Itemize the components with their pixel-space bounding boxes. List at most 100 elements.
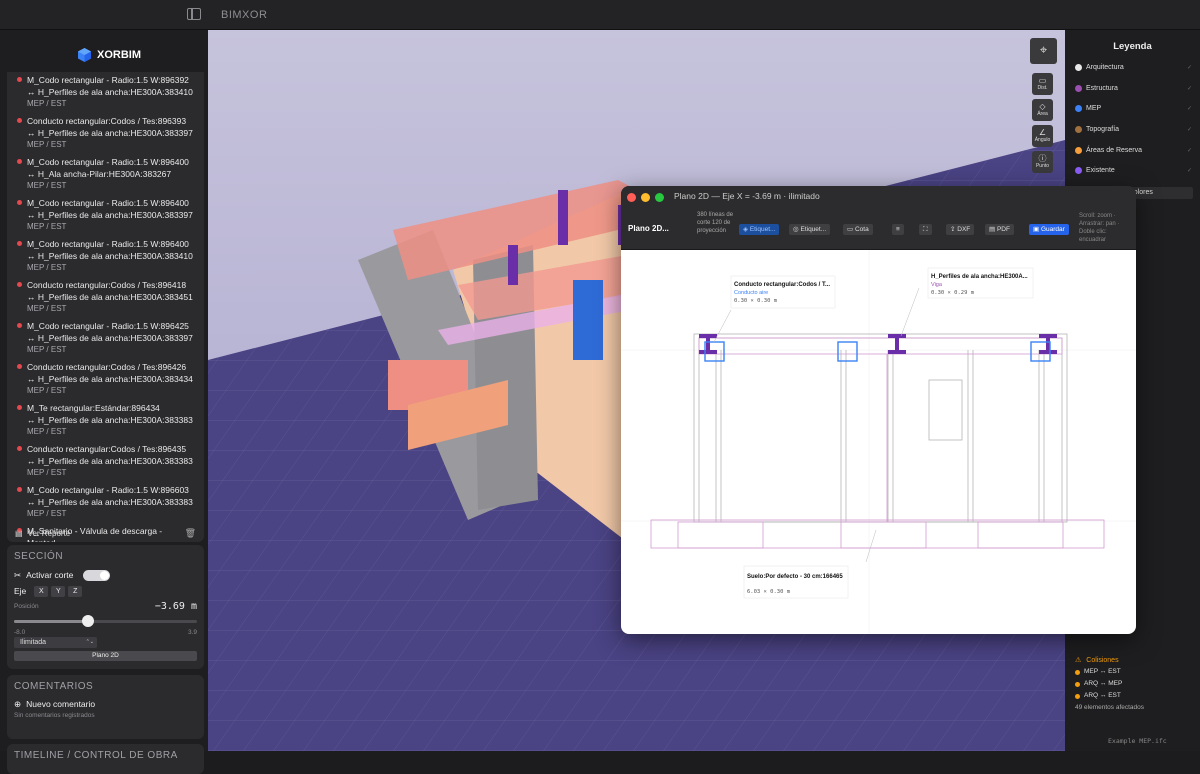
- clash-item[interactable]: M_Codo rectangular - Radio:1.5 W:896603 ↔…: [7, 482, 204, 523]
- legend-label: Estructura: [1086, 84, 1118, 92]
- clash-item[interactable]: Conducto rectangular:Codos / Tes:896393 ↔…: [7, 113, 204, 154]
- cut-toggle[interactable]: [83, 569, 111, 581]
- minimize-icon[interactable]: [641, 193, 650, 202]
- export-pdf-button[interactable]: ▤ PDF: [985, 224, 1014, 235]
- new-comment-button[interactable]: ⊕ Nuevo comentario: [7, 698, 204, 710]
- pair-label: ARQ ↔ MEP: [1084, 680, 1123, 687]
- close-icon[interactable]: [627, 193, 636, 202]
- clash-title: Conducto rectangular:Codos / Tes:896418: [27, 280, 187, 290]
- clash-with: ↔ H_Perfiles de ala ancha:HE300A:383397: [27, 210, 193, 220]
- legend-item[interactable]: Topografía ✓: [1065, 119, 1200, 140]
- layers-button[interactable]: ≡: [892, 224, 904, 235]
- axis-y-button[interactable]: Y: [51, 585, 66, 597]
- axis-x-button[interactable]: X: [34, 585, 49, 597]
- tool-area[interactable]: ◇ Área: [1032, 99, 1053, 121]
- legend-item[interactable]: Arquitectura ✓: [1065, 57, 1200, 78]
- legend-item[interactable]: Existente ✓: [1065, 160, 1200, 181]
- slider-knob[interactable]: [82, 615, 94, 627]
- clash-with: ↔ H_Perfiles de ala ancha:HE300A:383451: [27, 292, 193, 302]
- comments-panel: COMENTARIOS ⊕ Nuevo comentario Sin comen…: [7, 675, 204, 739]
- plano-canvas[interactable]: Conducto rectangular:Codos / T... Conduc…: [621, 250, 1136, 634]
- clash-item[interactable]: Conducto rectangular:Codos / Tes:896418 ↔…: [7, 277, 204, 318]
- clash-item[interactable]: Conducto rectangular:Codos / Tes:896426 ↔…: [7, 359, 204, 400]
- ann-floor-dim: 6.03 × 0.30 m: [747, 589, 791, 595]
- maximize-icon[interactable]: [655, 193, 664, 202]
- collision-pair[interactable]: ARQ ↔ EST: [1075, 690, 1144, 702]
- legend-label: Arquitectura: [1086, 63, 1124, 71]
- legend-label: MEP: [1086, 105, 1102, 113]
- plano-2d-window[interactable]: Plano 2D — Eje X = -3.69 m · ilimitado P…: [621, 186, 1136, 634]
- legend-item[interactable]: MEP ✓: [1065, 98, 1200, 119]
- trash-icon[interactable]: 🗑: [185, 528, 196, 539]
- ruler-icon: ▭: [1038, 76, 1047, 85]
- tool-point[interactable]: ⓘ Punto: [1032, 151, 1053, 173]
- clash-item[interactable]: M_Codo rectangular - Radio:1.5 W:896400 ↔…: [7, 195, 204, 236]
- clash-title: Conducto rectangular:Codos / Tes:896393: [27, 116, 187, 126]
- clash-with: ↔ H_Perfiles de ala ancha:HE300A:383383: [27, 415, 193, 425]
- mep-equipment[interactable]: [573, 280, 603, 360]
- area-icon: ◇: [1039, 102, 1046, 111]
- pair-dot: [1075, 669, 1080, 675]
- fit-button[interactable]: ⛶: [919, 224, 932, 235]
- save-button[interactable]: ▣ Guardar: [1029, 224, 1069, 235]
- legend-item[interactable]: Áreas de Reserva ✓: [1065, 140, 1200, 161]
- clash-status-dot: [17, 364, 22, 369]
- clash-discipline: MEP / EST: [27, 140, 67, 149]
- legend-item[interactable]: Estructura ✓: [1065, 78, 1200, 99]
- tool-dist[interactable]: ▭ Dist.: [1032, 73, 1053, 95]
- clash-item[interactable]: Conducto rectangular:Codos / Tes:896435 ↔…: [7, 441, 204, 482]
- clash-with: ↔ H_Perfiles de ala ancha:HE300A:383410: [27, 251, 193, 261]
- sidebar-toggle-icon[interactable]: [187, 8, 201, 20]
- dimension-button[interactable]: ▭ Cota: [843, 224, 873, 235]
- clash-with: ↔ H_Perfiles de ala ancha:HE300A:383397: [27, 128, 193, 138]
- clash-item[interactable]: M_Codo rectangular - Radio:1.5 W:896400 ↔…: [7, 154, 204, 195]
- export-dxf-button[interactable]: ⇪ DXF: [946, 224, 975, 235]
- position-slider[interactable]: [14, 614, 197, 628]
- clash-title: M_Codo rectangular - Radio:1.5 W:896400: [27, 198, 189, 208]
- clash-discipline: MEP / EST: [27, 99, 67, 108]
- legend-swatch: [1075, 146, 1082, 154]
- affected-count: 49 elementos afectados: [1075, 704, 1145, 711]
- timeline-panel[interactable]: TIMELINE / CONTROL DE OBRA: [7, 744, 204, 774]
- label-toggle-1[interactable]: ◈ Etiquet...: [739, 224, 780, 235]
- top-bar: BIMXOR: [0, 0, 1200, 30]
- collision-pair[interactable]: ARQ ↔ MEP: [1075, 678, 1144, 690]
- legend-list: Arquitectura ✓ Estructura ✓ MEP ✓ Topografía ✓ Á…: [1065, 57, 1200, 181]
- legend-label: Existente: [1086, 167, 1115, 175]
- timeline-title: TIMELINE / CONTROL DE OBRA: [14, 750, 178, 761]
- ann-beam-dim: 0.30 × 0.29 m: [931, 290, 975, 296]
- clash-item[interactable]: M_Codo rectangular - Radio:1.5 W:896400 ↔…: [7, 236, 204, 277]
- pair-label: ARQ ↔ EST: [1084, 692, 1121, 699]
- clash-item[interactable]: M_Codo rectangular - Radio:1.5 W:896392 ↔…: [7, 72, 204, 113]
- window-titlebar[interactable]: Plano 2D — Eje X = -3.69 m · ilimitado: [621, 186, 1136, 208]
- section-title: SECCIÓN: [14, 551, 64, 562]
- pair-dot: [1075, 681, 1080, 687]
- clash-item[interactable]: M_Te rectangular:Estándar:896434 ↔ H_Perf…: [7, 400, 204, 441]
- extent-select[interactable]: Ilimitada: [14, 637, 97, 648]
- clash-title: M_Te rectangular:Estándar:896434: [27, 403, 160, 413]
- plano-2d-button[interactable]: Plano 2D: [14, 651, 197, 661]
- clash-with: ↔ H_Perfiles de ala ancha:HE300A:383434: [27, 374, 193, 384]
- ann-duct-title: Conducto rectangular:Codos / T...: [734, 282, 830, 288]
- section-drawing[interactable]: Conducto rectangular:Codos / T... Conduc…: [621, 250, 1136, 634]
- view-report-link[interactable]: Ver Reporte: [28, 529, 71, 538]
- label-toggle-2[interactable]: ◎ Etiquet...: [789, 224, 831, 235]
- collision-pair[interactable]: MEP ↔ EST: [1075, 666, 1144, 678]
- clash-item[interactable]: M_Codo rectangular - Radio:1.5 W:896425 ↔…: [7, 318, 204, 359]
- tool-angle[interactable]: ∠ Ángulo: [1032, 125, 1053, 147]
- axis-z-button[interactable]: Z: [68, 585, 83, 597]
- legend-swatch: [1075, 84, 1082, 92]
- clash-status-dot: [17, 282, 22, 287]
- report-row: ▤ Ver Reporte 🗑: [7, 524, 204, 542]
- brand: XORBIM: [78, 48, 141, 62]
- clash-list[interactable]: M_Codo rectangular - Radio:1.5 W:896392 ↔…: [7, 72, 204, 542]
- cube-logo-icon: [78, 48, 91, 62]
- legend-swatch: [1075, 63, 1082, 71]
- ann-beam-sub: Viga: [931, 282, 943, 288]
- collision-pairs: MEP ↔ EST ARQ ↔ MEP ARQ ↔ EST: [1075, 666, 1144, 702]
- scissors-icon: ✂: [14, 569, 22, 580]
- new-comment-label: Nuevo comentario: [26, 699, 96, 709]
- clash-discipline: MEP / EST: [27, 181, 67, 190]
- target-icon[interactable]: ⌖: [1030, 38, 1057, 64]
- clash-title: Conducto rectangular:Codos / Tes:896426: [27, 362, 187, 372]
